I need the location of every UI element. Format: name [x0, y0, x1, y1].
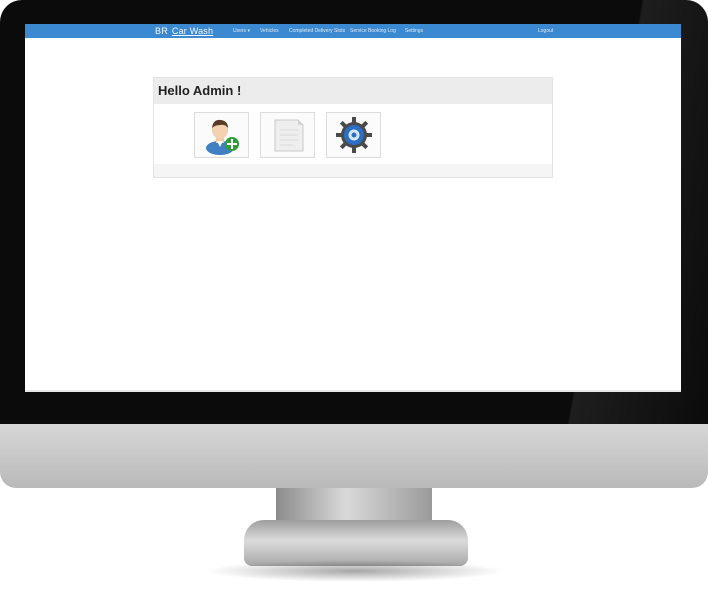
nav-item-completed-delivery-slots[interactable]: Completed Delivery Slots	[289, 28, 345, 34]
brand[interactable]: BR Car Wash	[155, 26, 213, 36]
welcome-panel: Hello Admin !	[153, 77, 553, 178]
settings-tile[interactable]	[326, 112, 381, 158]
screen: BR Car Wash Users ▾ Vehicles Completed De…	[25, 24, 681, 392]
logout-link[interactable]: Logout	[538, 28, 553, 34]
panel-header: Hello Admin !	[154, 78, 552, 105]
monitor-shadow	[205, 560, 505, 582]
add-user-icon	[205, 119, 239, 155]
screen-bottom-edge	[25, 390, 681, 392]
settings-gear-icon	[335, 117, 372, 153]
nav-item-vehicles[interactable]: Vehicles	[260, 28, 279, 34]
brand-prefix: BR	[155, 26, 168, 36]
greeting-title: Hello Admin !	[158, 83, 242, 98]
nav-item-service-booking-log[interactable]: Service Booking Log	[350, 28, 396, 34]
document-icon	[274, 119, 303, 152]
monitor-chin	[0, 424, 708, 488]
panel-body	[154, 104, 552, 164]
add-user-tile[interactable]	[194, 112, 249, 158]
top-navbar: BR Car Wash Users ▾ Vehicles Completed De…	[25, 24, 681, 38]
nav-item-settings[interactable]: Settings	[405, 28, 423, 34]
brand-name: Car Wash	[171, 26, 214, 36]
document-tile[interactable]	[260, 112, 315, 158]
nav-item-users[interactable]: Users ▾	[233, 28, 250, 34]
